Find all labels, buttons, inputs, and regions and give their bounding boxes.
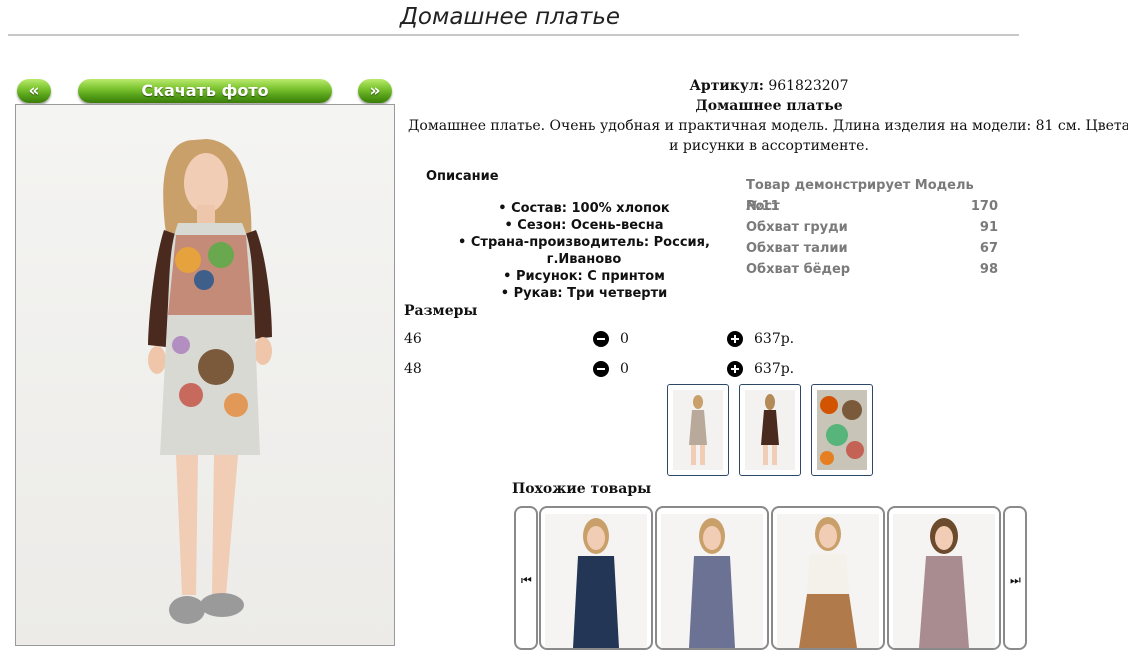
description-item: Состав: 100% хлопок xyxy=(426,200,742,217)
price-value: 637р. xyxy=(754,331,795,347)
product-info: Артикул: 961823207 Домашнее платье Домаш… xyxy=(404,76,1128,156)
thumbnail-image xyxy=(689,395,707,465)
description-title: Описание xyxy=(426,169,499,184)
similar-product-card[interactable] xyxy=(655,506,769,650)
product-image xyxy=(573,518,619,648)
minus-circle-icon[interactable] xyxy=(593,361,609,377)
measure-value: 91 xyxy=(979,220,998,235)
next-photo-button[interactable]: » xyxy=(358,79,392,103)
size-value: 48 xyxy=(404,361,422,377)
article-value: 961823207 xyxy=(768,78,849,94)
skip-forward-icon: ⏭ xyxy=(1010,573,1021,587)
quantity-value: 0 xyxy=(620,331,629,347)
main-product-photo xyxy=(15,104,395,646)
measure-label: Обхват бёдер xyxy=(746,262,851,277)
product-image xyxy=(919,518,969,648)
measure-label: Обхват талии xyxy=(746,241,848,256)
thumbnail-image xyxy=(761,394,779,465)
measure-value: 98 xyxy=(979,262,998,277)
measure-value: 170 xyxy=(970,199,998,214)
product-name-text: Домашнее платье xyxy=(695,98,843,114)
download-photo-button[interactable]: Скачать фото xyxy=(78,79,332,103)
title-divider xyxy=(8,34,1019,36)
measure-row: Обхват бёдер 98 xyxy=(746,259,998,280)
measure-row: Обхват талии 67 xyxy=(746,238,998,259)
similar-products-title: Похожие товары xyxy=(512,481,652,497)
model-title-text: Товар демонстрирует Модель №11 xyxy=(746,178,974,214)
sizes-title: Размеры xyxy=(404,303,478,319)
prev-photo-button[interactable]: « xyxy=(17,79,51,103)
measure-label: Рост xyxy=(746,199,780,214)
description-item: Рукав: Три четверти xyxy=(426,285,742,302)
plus-circle-icon[interactable] xyxy=(727,331,743,347)
measure-value: 67 xyxy=(979,241,998,256)
description-list: Состав: 100% хлопок Сезон: Осень-весна С… xyxy=(426,200,742,302)
minus-circle-icon[interactable] xyxy=(593,331,609,347)
skip-back-icon: ⏮ xyxy=(521,573,532,587)
model-measurements: Товар демонстрирует Модель №11 Рост 170 О… xyxy=(746,175,998,280)
measure-row: Обхват груди 91 xyxy=(746,217,998,238)
measure-label: Обхват груди xyxy=(746,220,848,235)
description-item: Рисунок: С принтом xyxy=(426,268,742,285)
similar-product-card[interactable] xyxy=(771,506,885,650)
description-item: Страна-производитель: Россия, г.Иваново xyxy=(426,234,742,268)
size-value: 46 xyxy=(404,331,422,347)
size-row: 48 0 637р. xyxy=(404,359,804,379)
product-summary: Домашнее платье. Очень удобная и практич… xyxy=(408,118,1128,154)
similar-prev-button[interactable]: ⏮ xyxy=(514,506,538,650)
product-image xyxy=(689,518,735,648)
description-item: Сезон: Осень-весна xyxy=(426,217,742,234)
article-line: Артикул: 961823207 xyxy=(404,76,1128,96)
dress-model-image xyxy=(148,139,272,624)
plus-circle-icon[interactable] xyxy=(727,361,743,377)
price-value: 637р. xyxy=(754,361,795,377)
similar-product-card[interactable] xyxy=(539,506,653,650)
quantity-value: 0 xyxy=(620,361,629,377)
similar-product-card[interactable] xyxy=(887,506,1001,650)
page-title: Домашнее платье xyxy=(399,4,621,30)
product-name: Домашнее платье xyxy=(404,96,1128,116)
measure-row: Рост 170 xyxy=(746,196,998,217)
photo-thumbnail-front[interactable] xyxy=(667,384,729,476)
similar-next-button[interactable]: ⏭ xyxy=(1003,506,1027,650)
thumbnail-image xyxy=(820,396,864,465)
model-title: Товар демонстрирует Модель №11 xyxy=(746,175,998,214)
photo-thumbnail-back[interactable] xyxy=(739,384,801,476)
article-label: Артикул: xyxy=(689,78,764,94)
photo-thumbnail-print[interactable] xyxy=(811,384,873,476)
size-row: 46 0 637р. xyxy=(404,329,804,349)
product-image xyxy=(799,517,857,648)
